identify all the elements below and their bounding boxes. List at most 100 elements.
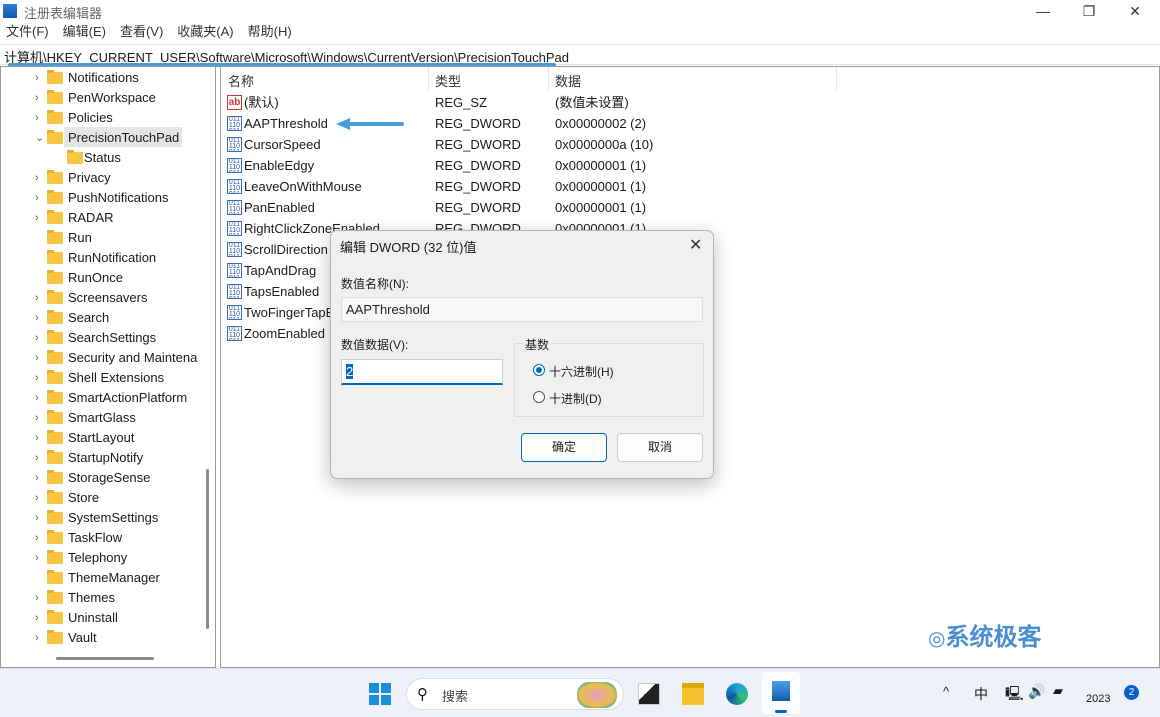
hex-radio[interactable] (533, 364, 545, 376)
ok-button[interactable]: 确定 (521, 433, 607, 462)
horizontal-scrollbar[interactable] (56, 657, 154, 660)
folder-icon (47, 550, 63, 564)
tree-item-label: Policies (68, 110, 113, 125)
regedit-taskbar-button[interactable] (762, 672, 800, 714)
tree-item-label: Privacy (68, 170, 111, 185)
list-row[interactable]: 011110011LeaveOnWithMouse REG_DWORD 0x0000… (221, 176, 1121, 197)
volume-icon[interactable]: 🔊 (1028, 683, 1045, 700)
cancel-button[interactable]: 取消 (617, 433, 703, 462)
expand-chevron-icon[interactable]: › (35, 388, 39, 408)
expand-chevron-icon[interactable]: › (35, 368, 39, 388)
expand-chevron-icon[interactable]: › (35, 188, 39, 208)
ime-indicator[interactable]: 中 (974, 684, 988, 704)
dialog-close-button[interactable]: ✕ (689, 235, 702, 255)
column-type[interactable]: 类型 (435, 71, 461, 90)
expand-chevron-icon[interactable]: › (35, 328, 39, 348)
list-row[interactable]: 011110011PanEnabled REG_DWORD 0x00000001 (… (221, 197, 1121, 218)
folder-icon (47, 610, 63, 624)
expand-chevron-icon[interactable]: › (35, 628, 39, 648)
start-button[interactable] (369, 683, 391, 705)
expand-chevron-icon[interactable]: › (35, 508, 39, 528)
tree-item-label: Vault (68, 630, 97, 645)
dialog-title: 编辑 DWORD (32 位)值 (340, 240, 477, 255)
folder-icon (47, 470, 63, 484)
decimal-label[interactable]: 十进制(D) (549, 390, 602, 407)
column-name[interactable]: 名称 (228, 71, 254, 90)
tree-item-label: Telephony (68, 550, 128, 565)
tree-item-label: Notifications (68, 70, 139, 85)
folder-icon (47, 190, 63, 204)
maximize-button[interactable]: ❐ (1066, 0, 1112, 22)
folder-icon (47, 70, 63, 84)
folder-icon (47, 450, 63, 464)
expand-chevron-icon[interactable]: › (35, 108, 39, 128)
hex-label[interactable]: 十六进制(H) (549, 363, 614, 380)
tree-item-label: SmartActionPlatform (68, 390, 188, 405)
notification-badge[interactable]: 2 (1124, 685, 1139, 700)
list-row[interactable]: ab (默认) REG_SZ (数值未设置) (221, 92, 1121, 113)
menu-help[interactable]: 帮助(H) (248, 22, 292, 42)
expand-chevron-icon[interactable]: › (35, 208, 39, 228)
value-name: ScrollDirection (244, 242, 328, 257)
column-divider[interactable] (836, 67, 837, 91)
value-data-input[interactable]: 2 (341, 359, 503, 385)
expand-chevron-icon[interactable]: › (35, 588, 39, 608)
folder-icon (47, 90, 63, 104)
tray-chevron-icon[interactable]: ^ (943, 684, 949, 699)
value-name: ZoomEnabled (244, 326, 325, 341)
expand-chevron-icon[interactable]: › (35, 448, 39, 468)
expand-chevron-icon[interactable]: › (35, 488, 39, 508)
expand-chevron-icon[interactable]: › (35, 468, 39, 488)
minimize-button[interactable]: — (1020, 0, 1066, 22)
tree-item-label: RADAR (68, 210, 114, 225)
folder-icon (47, 350, 63, 364)
menu-file[interactable]: 文件(F) (6, 22, 49, 42)
value-data-text: 2 (346, 364, 354, 379)
folder-icon (47, 230, 63, 244)
expand-chevron-icon[interactable]: › (35, 548, 39, 568)
expand-chevron-icon[interactable]: › (35, 348, 39, 368)
address-bar[interactable]: 计算机\HKEY_CURRENT_USER\Software\Microsoft… (0, 44, 1160, 65)
file-explorer-icon[interactable] (682, 683, 704, 705)
taskbar-search[interactable]: ⚲ 搜索 (406, 678, 624, 710)
menu-favorites[interactable]: 收藏夹(A) (177, 22, 233, 42)
menu-view[interactable]: 查看(V) (120, 22, 163, 42)
expand-chevron-icon[interactable]: ⌄ (35, 128, 44, 148)
close-button[interactable]: ✕ (1112, 0, 1158, 22)
vertical-scrollbar[interactable] (206, 469, 209, 629)
task-view-icon[interactable] (638, 683, 660, 705)
expand-chevron-icon[interactable]: › (35, 168, 39, 188)
folder-icon (47, 430, 63, 444)
list-row[interactable]: 011110011EnableEdgy REG_DWORD 0x00000001 (… (221, 155, 1121, 176)
expand-chevron-icon[interactable]: › (35, 428, 39, 448)
clock-year[interactable]: 2023 (1086, 693, 1110, 705)
taskbar: ⚲ 搜索 ^ 中 🖳 🔊 ▰ 2023 2 (0, 668, 1160, 717)
expand-chevron-icon[interactable]: › (35, 308, 39, 328)
folder-icon (47, 570, 63, 584)
network-icon[interactable]: 🖳 (1005, 683, 1024, 707)
decimal-radio[interactable] (533, 391, 545, 403)
expand-chevron-icon[interactable]: › (35, 408, 39, 428)
column-divider[interactable] (428, 67, 429, 91)
tree-item-label: Search (68, 310, 110, 325)
tree-item-label: PenWorkspace (68, 90, 156, 105)
expand-chevron-icon[interactable]: › (35, 68, 39, 88)
expand-chevron-icon[interactable]: › (35, 608, 39, 628)
menu-edit[interactable]: 编辑(E) (63, 22, 106, 42)
folder-icon (47, 290, 63, 304)
column-divider[interactable] (548, 67, 549, 91)
column-data[interactable]: 数据 (555, 71, 581, 90)
tree-item-label: PushNotifications (68, 190, 169, 205)
expand-chevron-icon[interactable]: › (35, 288, 39, 308)
watermark-logo: ◎系统极客 (928, 624, 1042, 651)
battery-icon[interactable]: ▰ (1053, 683, 1063, 699)
edge-icon[interactable] (726, 683, 748, 705)
tree-item-label: TaskFlow (68, 530, 123, 545)
binary-value-icon: 011110011 (227, 116, 242, 131)
value-name: TapsEnabled (244, 284, 320, 299)
expand-chevron-icon[interactable]: › (35, 528, 39, 548)
list-row[interactable]: 011110011CursorSpeed REG_DWORD 0x0000000a … (221, 134, 1121, 155)
expand-chevron-icon[interactable]: › (35, 88, 39, 108)
value-data: (数值未设置) (555, 95, 629, 110)
value-name-label: 数值名称(N): (341, 277, 409, 291)
